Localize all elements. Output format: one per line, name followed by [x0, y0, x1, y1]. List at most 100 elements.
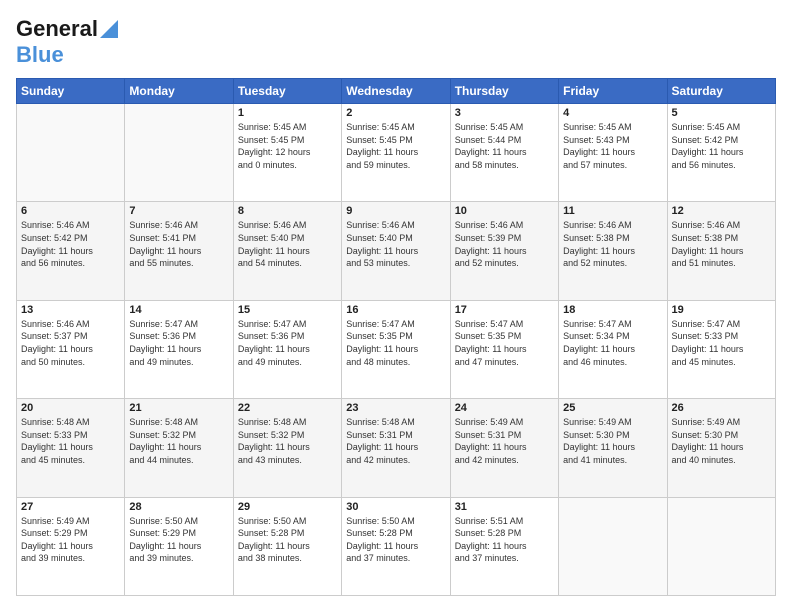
calendar-cell: 25 Sunrise: 5:49 AM Sunset: 5:30 PM Dayli…: [559, 399, 667, 497]
day-number: 26: [672, 402, 771, 414]
day-number: 13: [21, 304, 120, 316]
day-info: Sunrise: 5:47 AM Sunset: 5:36 PM Dayligh…: [129, 318, 228, 368]
day-info: Sunrise: 5:47 AM Sunset: 5:35 PM Dayligh…: [346, 318, 445, 368]
calendar-cell: 9 Sunrise: 5:46 AM Sunset: 5:40 PM Daylig…: [342, 202, 450, 300]
calendar-cell: 20Sunrise: 5:48 AM Sunset: 5:33 PM Dayli…: [17, 399, 125, 497]
day-number: 25: [563, 402, 662, 414]
day-info: Sunrise: 5:48 AM Sunset: 5:32 PM Dayligh…: [129, 416, 228, 466]
calendar-table: SundayMondayTuesdayWednesdayThursdayFrid…: [16, 78, 776, 596]
day-number: 1: [238, 107, 337, 119]
day-number: 8: [238, 205, 337, 217]
calendar-cell: 21Sunrise: 5:48 AM Sunset: 5:32 PM Dayli…: [125, 399, 233, 497]
day-number: 14: [129, 304, 228, 316]
calendar-cell: 14 Sunrise: 5:47 AM Sunset: 5:36 PM Dayli…: [125, 300, 233, 398]
day-number: 19: [672, 304, 771, 316]
day-number: 12: [672, 205, 771, 217]
calendar-cell: 19 Sunrise: 5:47 AM Sunset: 5:33 PM Dayli…: [667, 300, 775, 398]
calendar-cell: 16Sunrise: 5:47 AM Sunset: 5:35 PM Dayli…: [342, 300, 450, 398]
calendar-cell: [667, 497, 775, 595]
day-info: Sunrise: 5:49 AM Sunset: 5:30 PM Dayligh…: [672, 416, 771, 466]
day-info: Sunrise: 5:45 AM Sunset: 5:44 PM Dayligh…: [455, 121, 554, 171]
header: General Blue: [16, 16, 776, 68]
calendar-cell: 28 Sunrise: 5:50 AM Sunset: 5:29 PM Dayli…: [125, 497, 233, 595]
calendar-cell: 18Sunrise: 5:47 AM Sunset: 5:34 PM Dayli…: [559, 300, 667, 398]
day-number: 2: [346, 107, 445, 119]
day-info: Sunrise: 5:47 AM Sunset: 5:33 PM Dayligh…: [672, 318, 771, 368]
day-number: 29: [238, 501, 337, 513]
logo-blue-text: Blue: [16, 42, 64, 68]
day-info: Sunrise: 5:46 AM Sunset: 5:40 PM Dayligh…: [346, 219, 445, 269]
day-number: 4: [563, 107, 662, 119]
calendar-week-3: 13 Sunrise: 5:46 AM Sunset: 5:37 PM Dayli…: [17, 300, 776, 398]
day-number: 17: [455, 304, 554, 316]
calendar-week-5: 27 Sunrise: 5:49 AM Sunset: 5:29 PM Dayli…: [17, 497, 776, 595]
calendar-cell: 11Sunrise: 5:46 AM Sunset: 5:38 PM Dayli…: [559, 202, 667, 300]
day-number: 27: [21, 501, 120, 513]
weekday-header-sunday: Sunday: [17, 79, 125, 104]
day-number: 5: [672, 107, 771, 119]
calendar-cell: 7 Sunrise: 5:46 AM Sunset: 5:41 PM Daylig…: [125, 202, 233, 300]
day-info: Sunrise: 5:50 AM Sunset: 5:29 PM Dayligh…: [129, 515, 228, 565]
day-info: Sunrise: 5:47 AM Sunset: 5:36 PM Dayligh…: [238, 318, 337, 368]
day-info: Sunrise: 5:48 AM Sunset: 5:33 PM Dayligh…: [21, 416, 120, 466]
calendar-week-4: 20Sunrise: 5:48 AM Sunset: 5:33 PM Dayli…: [17, 399, 776, 497]
calendar-cell: 27 Sunrise: 5:49 AM Sunset: 5:29 PM Dayli…: [17, 497, 125, 595]
day-number: 11: [563, 205, 662, 217]
weekday-header-tuesday: Tuesday: [233, 79, 341, 104]
calendar-week-1: 1 Sunrise: 5:45 AM Sunset: 5:45 PM Daylig…: [17, 104, 776, 202]
day-info: Sunrise: 5:47 AM Sunset: 5:35 PM Dayligh…: [455, 318, 554, 368]
day-info: Sunrise: 5:46 AM Sunset: 5:40 PM Dayligh…: [238, 219, 337, 269]
day-info: Sunrise: 5:45 AM Sunset: 5:43 PM Dayligh…: [563, 121, 662, 171]
day-number: 10: [455, 205, 554, 217]
day-number: 31: [455, 501, 554, 513]
day-number: 23: [346, 402, 445, 414]
day-number: 28: [129, 501, 228, 513]
page: General Blue SundayMondayTuesdayWednesda…: [0, 0, 792, 612]
day-info: Sunrise: 5:49 AM Sunset: 5:30 PM Dayligh…: [563, 416, 662, 466]
calendar-cell: 13 Sunrise: 5:46 AM Sunset: 5:37 PM Dayli…: [17, 300, 125, 398]
logo-general-text: General: [16, 16, 98, 42]
weekday-header-wednesday: Wednesday: [342, 79, 450, 104]
day-number: 30: [346, 501, 445, 513]
day-info: Sunrise: 5:51 AM Sunset: 5:28 PM Dayligh…: [455, 515, 554, 565]
day-info: Sunrise: 5:46 AM Sunset: 5:42 PM Dayligh…: [21, 219, 120, 269]
day-number: 7: [129, 205, 228, 217]
day-number: 3: [455, 107, 554, 119]
calendar-cell: 31 Sunrise: 5:51 AM Sunset: 5:28 PM Dayli…: [450, 497, 558, 595]
calendar-cell: 1 Sunrise: 5:45 AM Sunset: 5:45 PM Daylig…: [233, 104, 341, 202]
day-info: Sunrise: 5:46 AM Sunset: 5:39 PM Dayligh…: [455, 219, 554, 269]
calendar-cell: [17, 104, 125, 202]
weekday-header-row: SundayMondayTuesdayWednesdayThursdayFrid…: [17, 79, 776, 104]
day-info: Sunrise: 5:47 AM Sunset: 5:34 PM Dayligh…: [563, 318, 662, 368]
weekday-header-monday: Monday: [125, 79, 233, 104]
weekday-header-saturday: Saturday: [667, 79, 775, 104]
day-info: Sunrise: 5:46 AM Sunset: 5:41 PM Dayligh…: [129, 219, 228, 269]
day-info: Sunrise: 5:48 AM Sunset: 5:32 PM Dayligh…: [238, 416, 337, 466]
calendar-cell: [559, 497, 667, 595]
day-info: Sunrise: 5:50 AM Sunset: 5:28 PM Dayligh…: [238, 515, 337, 565]
calendar-cell: 2Sunrise: 5:45 AM Sunset: 5:45 PM Daylig…: [342, 104, 450, 202]
day-info: Sunrise: 5:46 AM Sunset: 5:37 PM Dayligh…: [21, 318, 120, 368]
calendar-cell: 23 Sunrise: 5:48 AM Sunset: 5:31 PM Dayli…: [342, 399, 450, 497]
day-info: Sunrise: 5:48 AM Sunset: 5:31 PM Dayligh…: [346, 416, 445, 466]
calendar-cell: 10 Sunrise: 5:46 AM Sunset: 5:39 PM Dayli…: [450, 202, 558, 300]
calendar-cell: 12 Sunrise: 5:46 AM Sunset: 5:38 PM Dayli…: [667, 202, 775, 300]
day-info: Sunrise: 5:45 AM Sunset: 5:45 PM Dayligh…: [238, 121, 337, 171]
day-info: Sunrise: 5:49 AM Sunset: 5:29 PM Dayligh…: [21, 515, 120, 565]
calendar-cell: 17 Sunrise: 5:47 AM Sunset: 5:35 PM Dayli…: [450, 300, 558, 398]
day-info: Sunrise: 5:50 AM Sunset: 5:28 PM Dayligh…: [346, 515, 445, 565]
calendar-cell: 15Sunrise: 5:47 AM Sunset: 5:36 PM Dayli…: [233, 300, 341, 398]
weekday-header-friday: Friday: [559, 79, 667, 104]
logo: General Blue: [16, 16, 118, 68]
calendar-cell: 6Sunrise: 5:46 AM Sunset: 5:42 PM Daylig…: [17, 202, 125, 300]
calendar-cell: 24Sunrise: 5:49 AM Sunset: 5:31 PM Dayli…: [450, 399, 558, 497]
day-info: Sunrise: 5:46 AM Sunset: 5:38 PM Dayligh…: [672, 219, 771, 269]
calendar-cell: 8 Sunrise: 5:46 AM Sunset: 5:40 PM Daylig…: [233, 202, 341, 300]
calendar-cell: [125, 104, 233, 202]
weekday-header-thursday: Thursday: [450, 79, 558, 104]
day-number: 24: [455, 402, 554, 414]
logo-triangle-icon: [100, 20, 118, 38]
calendar-week-2: 6Sunrise: 5:46 AM Sunset: 5:42 PM Daylig…: [17, 202, 776, 300]
day-number: 9: [346, 205, 445, 217]
calendar-cell: 29 Sunrise: 5:50 AM Sunset: 5:28 PM Dayli…: [233, 497, 341, 595]
